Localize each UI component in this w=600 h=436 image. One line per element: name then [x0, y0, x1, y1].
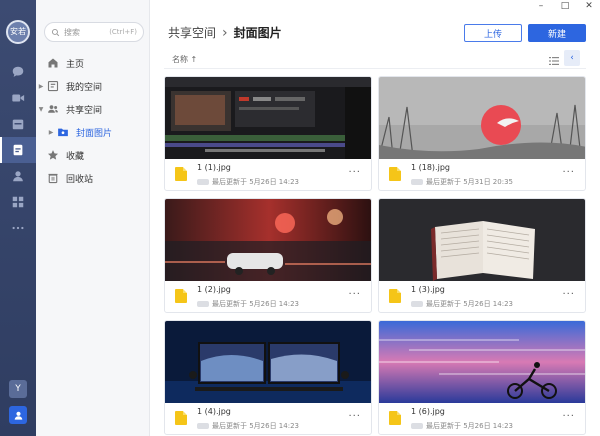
image-file-icon	[389, 167, 401, 181]
sidebar: 搜索 (Ctrl+F) 主页 ▶ 我的空间 ▼ 共享空间 ▶ 封面图片 收藏 回…	[36, 0, 150, 436]
sidebar-item-trash[interactable]: 回收站	[36, 167, 150, 189]
sidebar-item-label: 主页	[66, 59, 85, 70]
search-input[interactable]: 搜索 (Ctrl+F)	[44, 22, 144, 42]
file-card[interactable]: 1 (18).jpg 最后更新于 5月31日 20:35 ···	[378, 76, 586, 191]
file-meta: 最后更新于 5月26日 14:23	[411, 299, 513, 309]
sidebar-item-label: 共享空间	[66, 105, 103, 116]
sidebar-item-label: 回收站	[66, 174, 94, 185]
image-file-icon	[175, 411, 187, 425]
file-thumbnail	[379, 199, 585, 281]
file-meta: 最后更新于 5月26日 14:23	[411, 421, 513, 431]
file-thumbnail	[379, 77, 585, 159]
star-icon	[46, 148, 60, 162]
close-button[interactable]: ✕	[580, 0, 598, 12]
file-thumbnail	[165, 77, 371, 159]
left-rail: 安若 Y	[0, 0, 36, 436]
file-name: 1 (1).jpg	[197, 163, 231, 172]
more-options-icon[interactable]: ···	[348, 289, 361, 300]
file-card[interactable]: 1 (4).jpg 最后更新于 5月26日 14:23 ···	[164, 320, 372, 435]
chat-icon[interactable]	[10, 64, 26, 80]
image-file-icon	[175, 167, 187, 181]
profile-icon[interactable]	[9, 406, 27, 424]
home-icon	[46, 56, 60, 70]
file-name: 1 (6).jpg	[411, 407, 445, 416]
more-options-icon[interactable]: ···	[348, 411, 361, 422]
breadcrumb-parent[interactable]: 共享空间	[168, 24, 216, 41]
calendar-icon[interactable]	[10, 116, 26, 132]
collapse-panel-icon[interactable]: ‹	[564, 50, 580, 66]
apps-icon[interactable]	[10, 194, 26, 210]
image-file-icon	[389, 411, 401, 425]
sidebar-item-label: 收藏	[66, 151, 85, 162]
file-name: 1 (4).jpg	[197, 407, 231, 416]
main-panel: – □ ✕ 共享空间 › 封面图片 上传 新建 名称 ↑ ‹ 1 (1).jpg…	[150, 0, 600, 436]
file-meta: 最后更新于 5月26日 14:23	[197, 177, 299, 187]
sidebar-item-label: 封面图片	[76, 128, 113, 139]
file-thumbnail	[165, 321, 371, 403]
file-card[interactable]: 1 (3).jpg 最后更新于 5月26日 14:23 ···	[378, 198, 586, 313]
folder-icon	[56, 125, 70, 139]
sidebar-item-cover-images[interactable]: ▶ 封面图片	[36, 121, 150, 143]
minimize-button[interactable]: –	[532, 0, 550, 12]
more-icon[interactable]	[10, 220, 26, 236]
file-meta: 最后更新于 5月31日 20:35	[411, 177, 513, 187]
sidebar-item-shared-space[interactable]: ▼ 共享空间	[36, 98, 150, 120]
search-shortcut: (Ctrl+F)	[109, 28, 137, 36]
more-options-icon[interactable]: ···	[562, 289, 575, 300]
image-file-icon	[175, 289, 187, 303]
shared-space-icon	[46, 102, 60, 116]
breadcrumb-current: 封面图片	[233, 26, 282, 40]
my-space-icon	[46, 79, 60, 93]
sidebar-item-my-space[interactable]: ▶ 我的空间	[36, 75, 150, 97]
workspace-badge[interactable]: Y	[9, 380, 27, 398]
more-options-icon[interactable]: ···	[562, 167, 575, 178]
file-card[interactable]: 1 (6).jpg 最后更新于 5月26日 14:23 ···	[378, 320, 586, 435]
divider	[164, 68, 586, 69]
file-thumbnail	[165, 199, 371, 281]
breadcrumb: 共享空间 › 封面图片	[168, 24, 282, 41]
list-view-icon[interactable]	[548, 52, 560, 65]
sidebar-item-favorites[interactable]: 收藏	[36, 144, 150, 166]
trash-icon	[46, 171, 60, 185]
video-icon[interactable]	[10, 90, 26, 106]
more-options-icon[interactable]: ···	[562, 411, 575, 422]
sidebar-item-label: 我的空间	[66, 82, 103, 93]
maximize-button[interactable]: □	[556, 0, 574, 12]
file-meta: 最后更新于 5月26日 14:23	[197, 421, 299, 431]
new-button[interactable]: 新建	[528, 24, 586, 42]
user-avatar[interactable]: 安若	[6, 20, 30, 44]
file-name: 1 (3).jpg	[411, 285, 445, 294]
search-icon	[51, 28, 60, 36]
file-meta: 最后更新于 5月26日 14:23	[197, 299, 299, 309]
sidebar-item-home[interactable]: 主页	[36, 52, 150, 74]
drive-icon[interactable]	[0, 137, 36, 163]
chevron-right-icon: ›	[222, 24, 228, 41]
file-name: 1 (2).jpg	[197, 285, 231, 294]
file-card[interactable]: 1 (1).jpg 最后更新于 5月26日 14:23 ···	[164, 76, 372, 191]
upload-button[interactable]: 上传	[464, 24, 522, 42]
file-name: 1 (18).jpg	[411, 163, 450, 172]
contacts-icon[interactable]	[10, 168, 26, 184]
file-thumbnail	[379, 321, 585, 403]
file-card[interactable]: 1 (2).jpg 最后更新于 5月26日 14:23 ···	[164, 198, 372, 313]
sort-by-name[interactable]: 名称 ↑	[172, 54, 197, 65]
search-placeholder: 搜索	[64, 27, 80, 37]
image-file-icon	[389, 289, 401, 303]
more-options-icon[interactable]: ···	[348, 167, 361, 178]
